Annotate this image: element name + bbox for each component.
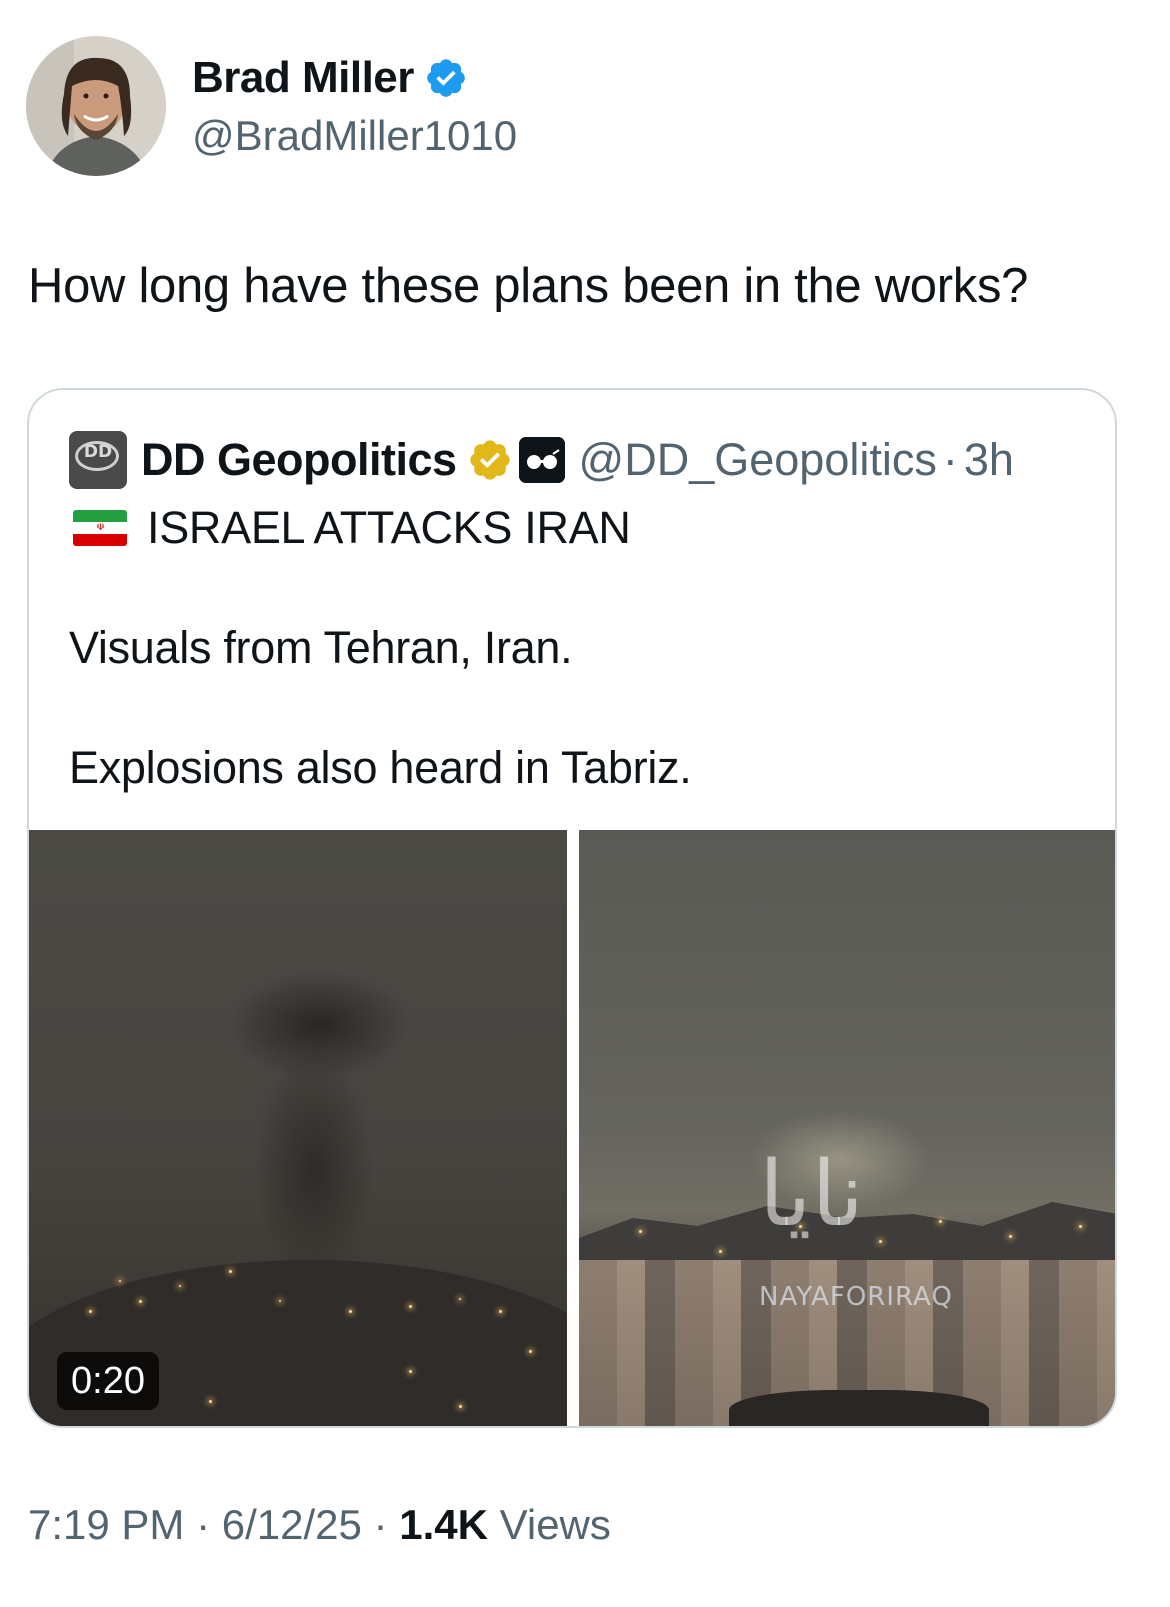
quoted-author-name: DD Geopolitics [141,434,457,485]
quoted-paragraph-1: Visuals from Tehran, Iran. [69,622,573,673]
author-name-row: Brad Miller [192,52,468,104]
tweet-meta: 7:19 PM · 6/12/25 · 1.4K Views [28,1498,611,1552]
quoted-separator: · [942,434,958,485]
video-duration-badge: 0:20 [57,1352,159,1410]
tweet-text: How long have these plans been in the wo… [28,259,1029,313]
author-name[interactable]: Brad Miller [192,52,414,104]
quoted-author-handle: @DD_Geopolitics [578,434,937,485]
quoted-avatar-logo-text: DD [83,442,113,462]
author-handle[interactable]: @BradMiller1010 [192,110,517,162]
quoted-headline-row: ☫ ISRAEL ATTACKS IRAN [73,502,631,554]
meta-separator: · [361,1501,400,1548]
views-count: 1.4K [399,1501,488,1548]
tweet-time[interactable]: 7:19 PM [28,1501,184,1548]
views-label: Views [487,1501,611,1548]
watermark-logo: نایا [759,1142,864,1247]
verified-badge-icon [427,59,465,97]
author-avatar[interactable] [26,36,166,176]
quoted-headline: ISRAEL ATTACKS IRAN [147,502,631,553]
verified-org-badge-icon [469,440,510,480]
quoted-tweet-header: DD DD Geopolitics @DD_Geopolitics · 3h [69,430,1014,490]
quoted-author-avatar: DD [69,431,127,489]
iran-flag-icon: ☫ [73,510,127,546]
avatar-photo [26,36,166,176]
quoted-image[interactable]: نایا NAYAFORIRAQ [579,830,1115,1426]
quoted-timestamp[interactable]: 3h [964,434,1014,486]
quoted-tweet-card[interactable]: DD DD Geopolitics @DD_Geopolitics · 3h ☫… [27,388,1117,1428]
affiliate-glasses-icon [518,437,565,483]
video-thumbnail[interactable]: 0:20 [29,830,567,1426]
meta-separator: · [184,1501,222,1548]
quoted-paragraph-2: Explosions also heard in Tabriz. [69,742,692,793]
watermark-channel: NAYAFORIRAQ [759,1282,953,1312]
tweet-date[interactable]: 6/12/25 [222,1501,362,1548]
